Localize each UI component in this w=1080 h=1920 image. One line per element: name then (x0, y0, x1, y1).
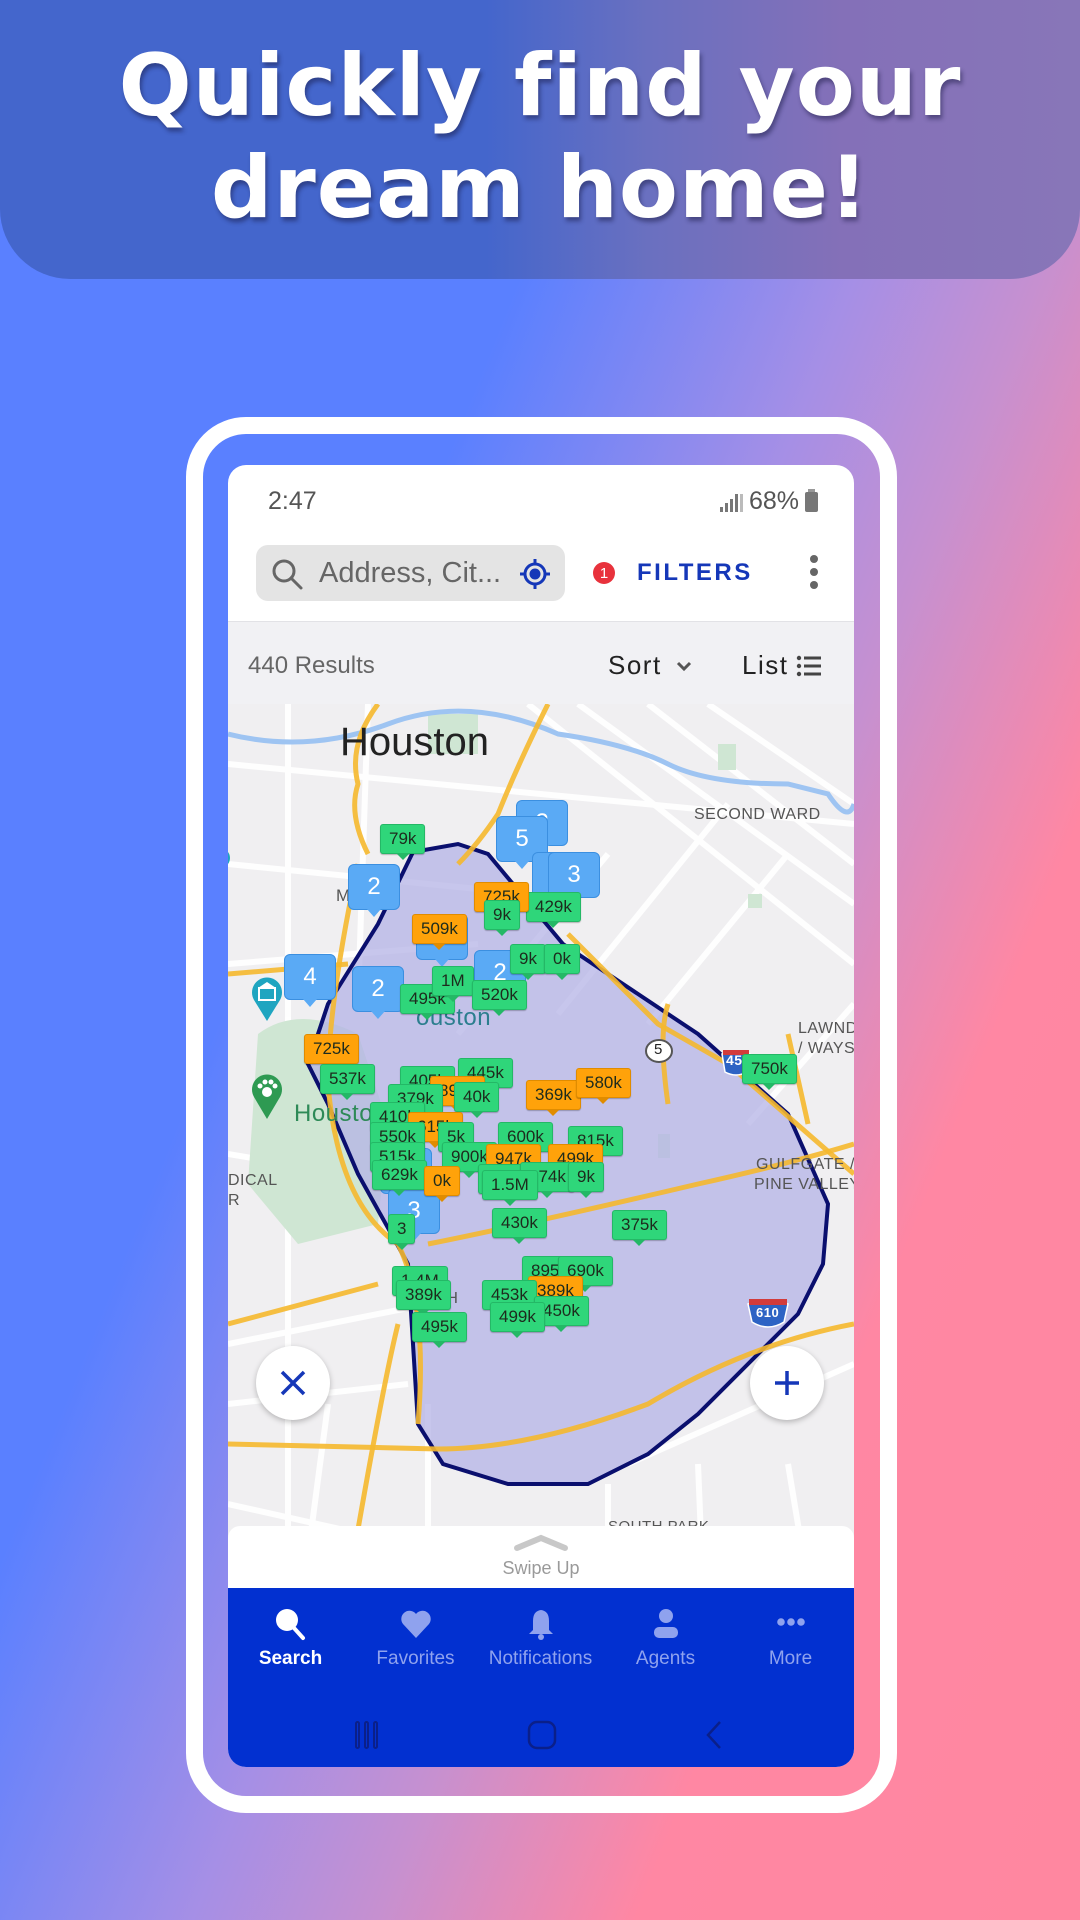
nav-label: Notifications (488, 1648, 593, 1669)
sort-button[interactable]: Sort (608, 650, 692, 681)
back-icon[interactable] (700, 1720, 730, 1750)
map-city-label: Houston (340, 720, 489, 764)
results-bar: 440 Results Sort List (228, 621, 854, 704)
person-icon (653, 1609, 678, 1638)
bottom-navigation: Search Favorites Notifications Agents Mo… (228, 1588, 854, 1767)
zoo-pin-icon[interactable] (250, 1072, 284, 1120)
list-icon (797, 655, 822, 676)
price-marker[interactable]: 40k (454, 1082, 500, 1118)
search-placeholder: Address, Cit... (319, 557, 502, 589)
price-marker[interactable]: 629k (372, 1160, 427, 1196)
map-label-gulfgate: GULFGATE / (756, 1156, 854, 1173)
nav-label: More (768, 1648, 813, 1669)
close-icon (280, 1370, 306, 1396)
search-row: Address, Cit... 1 FILTERS (228, 537, 854, 621)
swipe-up-sheet[interactable]: Swipe Up (228, 1526, 854, 1588)
add-area-button[interactable] (750, 1346, 824, 1420)
bell-icon (528, 1610, 553, 1640)
list-label: List (742, 650, 789, 680)
map-pin-icon[interactable] (228, 842, 236, 876)
price-marker[interactable]: 9k (510, 944, 546, 980)
status-indicators: 68% (719, 487, 818, 516)
map-label-wayside: / WAYS (798, 1040, 854, 1057)
price-marker[interactable]: 0k (544, 944, 580, 980)
chevron-down-icon (676, 661, 691, 671)
headline-line-1: Quickly find your (118, 35, 962, 136)
price-marker[interactable]: 79k (380, 824, 426, 860)
plus-icon (775, 1371, 799, 1395)
more-horizontal-icon (776, 1618, 805, 1626)
phone-screen: 2:47 68% Address, Cit... 1 FILTERS 440 R… (228, 465, 854, 1767)
status-bar: 2:47 68% (228, 465, 854, 537)
nav-label: Agents (635, 1648, 696, 1669)
price-marker[interactable]: 725k (304, 1034, 359, 1070)
price-marker[interactable]: 495k (412, 1312, 467, 1348)
i610-label: 610 (756, 1305, 780, 1320)
status-time: 2:47 (268, 487, 317, 515)
nav-item-favorites[interactable]: Favorites (353, 1606, 478, 1670)
search-icon (270, 557, 304, 596)
price-marker[interactable]: 1M (432, 966, 474, 1002)
nav-item-search[interactable]: Search (228, 1606, 353, 1670)
price-marker[interactable]: 9k (568, 1162, 604, 1198)
headline: Quickly find your dream home! (119, 35, 962, 239)
search-icon (275, 1609, 305, 1640)
search-input[interactable]: Address, Cit... (256, 545, 565, 601)
price-marker[interactable]: 369k (526, 1080, 581, 1116)
price-marker[interactable]: 520k (472, 980, 527, 1016)
price-marker[interactable]: 1.5M (482, 1170, 538, 1206)
filters-button[interactable]: 1 FILTERS (593, 545, 753, 601)
sh5-label: 5 (654, 1041, 663, 1058)
home-icon[interactable] (526, 1720, 558, 1750)
filters-label: FILTERS (637, 559, 753, 586)
map-label-pine-valley: PINE VALLEY (754, 1176, 854, 1193)
recents-icon[interactable] (352, 1720, 382, 1750)
more-vertical-icon[interactable] (810, 555, 818, 589)
battery-percent: 68% (748, 487, 799, 515)
price-marker[interactable]: 0k (424, 1166, 460, 1202)
map-label-medical: DICAL (228, 1172, 278, 1189)
price-marker[interactable]: 750k (742, 1054, 797, 1090)
price-marker[interactable]: 375k (612, 1210, 667, 1246)
price-marker[interactable]: 580k (576, 1068, 631, 1104)
nav-item-more[interactable]: More (728, 1606, 853, 1670)
cluster-marker[interactable]: 2 (352, 966, 404, 1019)
i45-label: 45 (726, 1052, 743, 1068)
nav-label: Search (258, 1648, 323, 1669)
price-marker[interactable]: 429k (526, 892, 581, 928)
headline-banner: Quickly find your dream home! (0, 0, 1080, 279)
nav-item-agents[interactable]: Agents (603, 1606, 728, 1670)
price-marker[interactable]: 537k (320, 1064, 375, 1100)
swipe-up-label: Swipe Up (502, 1558, 580, 1578)
list-view-button[interactable]: List (742, 650, 822, 681)
map-label-lawndale: LAWND (798, 1020, 854, 1037)
map-label-zoo: Housto (294, 1100, 374, 1127)
clear-drawing-button[interactable] (256, 1346, 330, 1420)
price-marker[interactable]: 430k (492, 1208, 547, 1244)
filter-count-badge: 1 (593, 562, 615, 584)
price-marker[interactable]: 3 (388, 1214, 416, 1250)
chevron-up-icon (514, 1534, 568, 1551)
results-count: 440 Results (248, 652, 375, 679)
cluster-marker[interactable]: 4 (284, 954, 336, 1007)
cluster-marker[interactable]: 2 (348, 864, 400, 917)
my-location-icon[interactable] (519, 558, 551, 595)
battery-icon (805, 488, 818, 512)
museum-pin-icon[interactable] (250, 976, 284, 1022)
heart-icon (400, 1610, 431, 1638)
nav-label: Favorites (376, 1648, 455, 1669)
headline-line-2: dream home! (210, 137, 870, 238)
price-marker[interactable]: 389k (396, 1280, 451, 1316)
map-label-second-ward: SECOND WARD (694, 806, 821, 823)
price-marker[interactable]: 499k (490, 1302, 545, 1338)
nav-item-notifications[interactable]: Notifications (478, 1606, 603, 1670)
price-marker[interactable]: 9k (484, 900, 520, 936)
sort-label: Sort (608, 650, 662, 680)
signal-icon (719, 492, 743, 512)
map-label-medical-2: R (228, 1192, 241, 1209)
price-marker[interactable]: 509k (412, 914, 467, 950)
